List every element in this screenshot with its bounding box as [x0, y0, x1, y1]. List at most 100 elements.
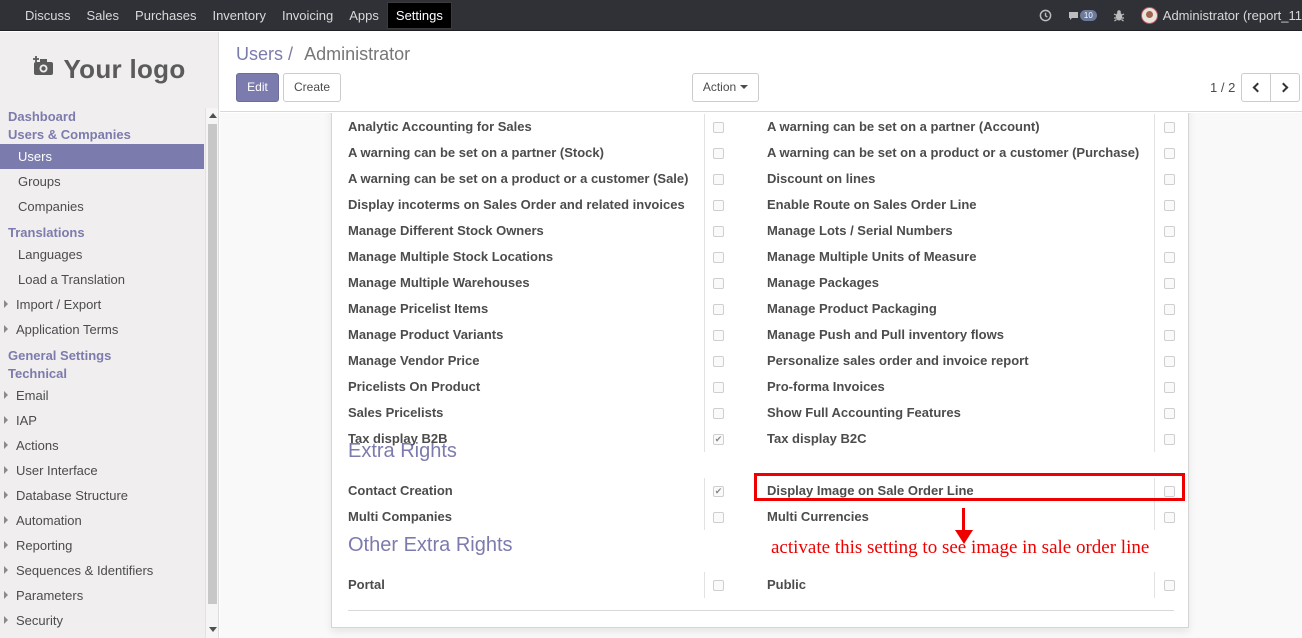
- sidebar-item-label: Automation: [16, 513, 82, 528]
- sidebar-item-actions[interactable]: Actions: [0, 433, 204, 458]
- access-right-checkbox[interactable]: [1164, 512, 1175, 523]
- column-separator: [704, 296, 705, 322]
- company-logo[interactable]: Your logo: [0, 32, 219, 106]
- sidebar-item-import-export[interactable]: Import / Export: [0, 292, 204, 317]
- sidebar-section-dashboard[interactable]: Dashboard: [0, 108, 204, 126]
- sidebar-item-user-interface[interactable]: User Interface: [0, 458, 204, 483]
- access-right-checkbox[interactable]: [713, 304, 724, 315]
- access-right-checkbox[interactable]: [1164, 148, 1175, 159]
- access-right-checkbox[interactable]: [713, 382, 724, 393]
- access-right-checkbox[interactable]: [1164, 408, 1175, 419]
- app-menu-item-inventory[interactable]: Inventory: [204, 0, 273, 31]
- access-right-checkbox[interactable]: [1164, 434, 1175, 445]
- edit-button[interactable]: Edit: [236, 73, 279, 102]
- access-right-checkbox[interactable]: [713, 148, 724, 159]
- sidebar-item-sequences-identifiers[interactable]: Sequences & Identifiers: [0, 558, 204, 583]
- sidebar-item-groups[interactable]: Groups: [0, 169, 204, 194]
- pager-value[interactable]: 1 / 2: [1210, 80, 1235, 95]
- sidebar-item-load-a-translation[interactable]: Load a Translation: [0, 267, 204, 292]
- sidebar-item-application-terms[interactable]: Application Terms: [0, 317, 204, 342]
- access-right-label: A warning can be set on a product or a c…: [767, 145, 1140, 160]
- form-view: Extra Rights Other Extra Rights Analytic…: [220, 113, 1302, 638]
- access-right-checkbox[interactable]: [713, 226, 724, 237]
- sidebar-item-iap[interactable]: IAP: [0, 408, 204, 433]
- app-menu-item-apps[interactable]: Apps: [341, 0, 387, 31]
- sidebar-item-companies[interactable]: Companies: [0, 194, 204, 219]
- app-menu-item-invoicing[interactable]: Invoicing: [274, 0, 341, 31]
- access-right-checkbox[interactable]: [1164, 252, 1175, 263]
- sidebar-item-security[interactable]: Security: [0, 608, 204, 633]
- access-right-checkbox[interactable]: [1164, 278, 1175, 289]
- pager-next-button[interactable]: [1270, 73, 1300, 102]
- access-right-checkbox[interactable]: [713, 200, 724, 211]
- access-right-checkbox[interactable]: [713, 356, 724, 367]
- access-right-row: Portal Public: [332, 572, 1190, 598]
- access-right-label: A warning can be set on a partner (Accou…: [767, 119, 1040, 134]
- app-menu-item-sales[interactable]: Sales: [79, 0, 128, 31]
- column-separator: [704, 192, 705, 218]
- access-right-checkbox[interactable]: [1164, 200, 1175, 211]
- access-right-checkbox[interactable]: [713, 122, 724, 133]
- column-separator: [1154, 426, 1155, 452]
- access-right-checkbox[interactable]: [713, 408, 724, 419]
- app-menu-item-discuss[interactable]: Discuss: [17, 0, 79, 31]
- access-right-checkbox[interactable]: [1164, 226, 1175, 237]
- access-right-checkbox[interactable]: [713, 580, 724, 591]
- sidebar-item-reporting[interactable]: Reporting: [0, 533, 204, 558]
- column-separator: [704, 218, 705, 244]
- sidebar-section-users-companies[interactable]: Users & Companies: [0, 126, 204, 144]
- access-right-label: Manage Vendor Price: [348, 353, 480, 368]
- access-right-label: Manage Product Packaging: [767, 301, 937, 316]
- sidebar-item-automation[interactable]: Automation: [0, 508, 204, 533]
- sidebar-item-email[interactable]: Email: [0, 383, 204, 408]
- bug-icon[interactable]: [1113, 9, 1125, 22]
- breadcrumb-users-link[interactable]: Users: [236, 44, 283, 64]
- caret-right-icon: [4, 300, 8, 308]
- sidebar-section-translations[interactable]: Translations: [0, 224, 204, 242]
- breadcrumb-separator: /: [288, 44, 294, 64]
- scroll-down-icon[interactable]: [209, 627, 217, 632]
- clock-icon[interactable]: [1039, 9, 1052, 22]
- caret-right-icon: [4, 541, 8, 549]
- access-right-checkbox[interactable]: [713, 512, 724, 523]
- access-right-checkbox[interactable]: [1164, 174, 1175, 185]
- access-right-checkbox[interactable]: [1164, 356, 1175, 367]
- app-menu-item-settings[interactable]: Settings: [386, 2, 452, 29]
- sidebar-item-languages[interactable]: Languages: [0, 242, 204, 267]
- sidebar-section-general-settings[interactable]: General Settings: [0, 347, 204, 365]
- app-menu-item-purchases[interactable]: Purchases: [127, 0, 204, 31]
- sidebar-scrollbar[interactable]: [205, 108, 218, 638]
- access-right-checkbox[interactable]: [713, 330, 724, 341]
- user-menu[interactable]: Administrator (report_11: [1140, 7, 1302, 24]
- access-right-checkbox[interactable]: [1164, 580, 1175, 591]
- scrollbar-thumb[interactable]: [208, 124, 217, 604]
- column-separator: [704, 426, 705, 452]
- access-right-checkbox[interactable]: [1164, 304, 1175, 315]
- sidebar-item-users[interactable]: Users: [0, 144, 204, 169]
- sidebar-item-parameters[interactable]: Parameters: [0, 583, 204, 608]
- caret-right-icon: [4, 491, 8, 499]
- pager-previous-button[interactable]: [1241, 73, 1271, 102]
- sidebar-item-database-structure[interactable]: Database Structure: [0, 483, 204, 508]
- access-right-label: Manage Push and Pull inventory flows: [767, 327, 1004, 342]
- access-right-checkbox[interactable]: [1164, 382, 1175, 393]
- access-right-checkbox[interactable]: [713, 174, 724, 185]
- access-right-checkbox[interactable]: [713, 252, 724, 263]
- access-right-checkbox[interactable]: ✔: [713, 486, 724, 497]
- column-separator: [1154, 166, 1155, 192]
- scroll-up-icon[interactable]: [209, 113, 217, 118]
- access-right-label: Portal: [348, 577, 385, 592]
- access-right-checkbox[interactable]: [713, 278, 724, 289]
- column-separator: [1154, 270, 1155, 296]
- access-right-checkbox[interactable]: [1164, 122, 1175, 133]
- messages-icon[interactable]: 10: [1068, 10, 1097, 22]
- access-right-label: Multi Companies: [348, 509, 453, 524]
- access-right-checkbox[interactable]: ✔: [713, 434, 724, 445]
- column-separator: [1154, 348, 1155, 374]
- caret-down-icon: [740, 85, 749, 89]
- sidebar-section-technical[interactable]: Technical: [0, 365, 204, 383]
- access-right-checkbox[interactable]: [1164, 330, 1175, 341]
- column-separator: [704, 504, 705, 530]
- create-button[interactable]: Create: [283, 73, 341, 102]
- action-dropdown[interactable]: Action: [692, 73, 759, 102]
